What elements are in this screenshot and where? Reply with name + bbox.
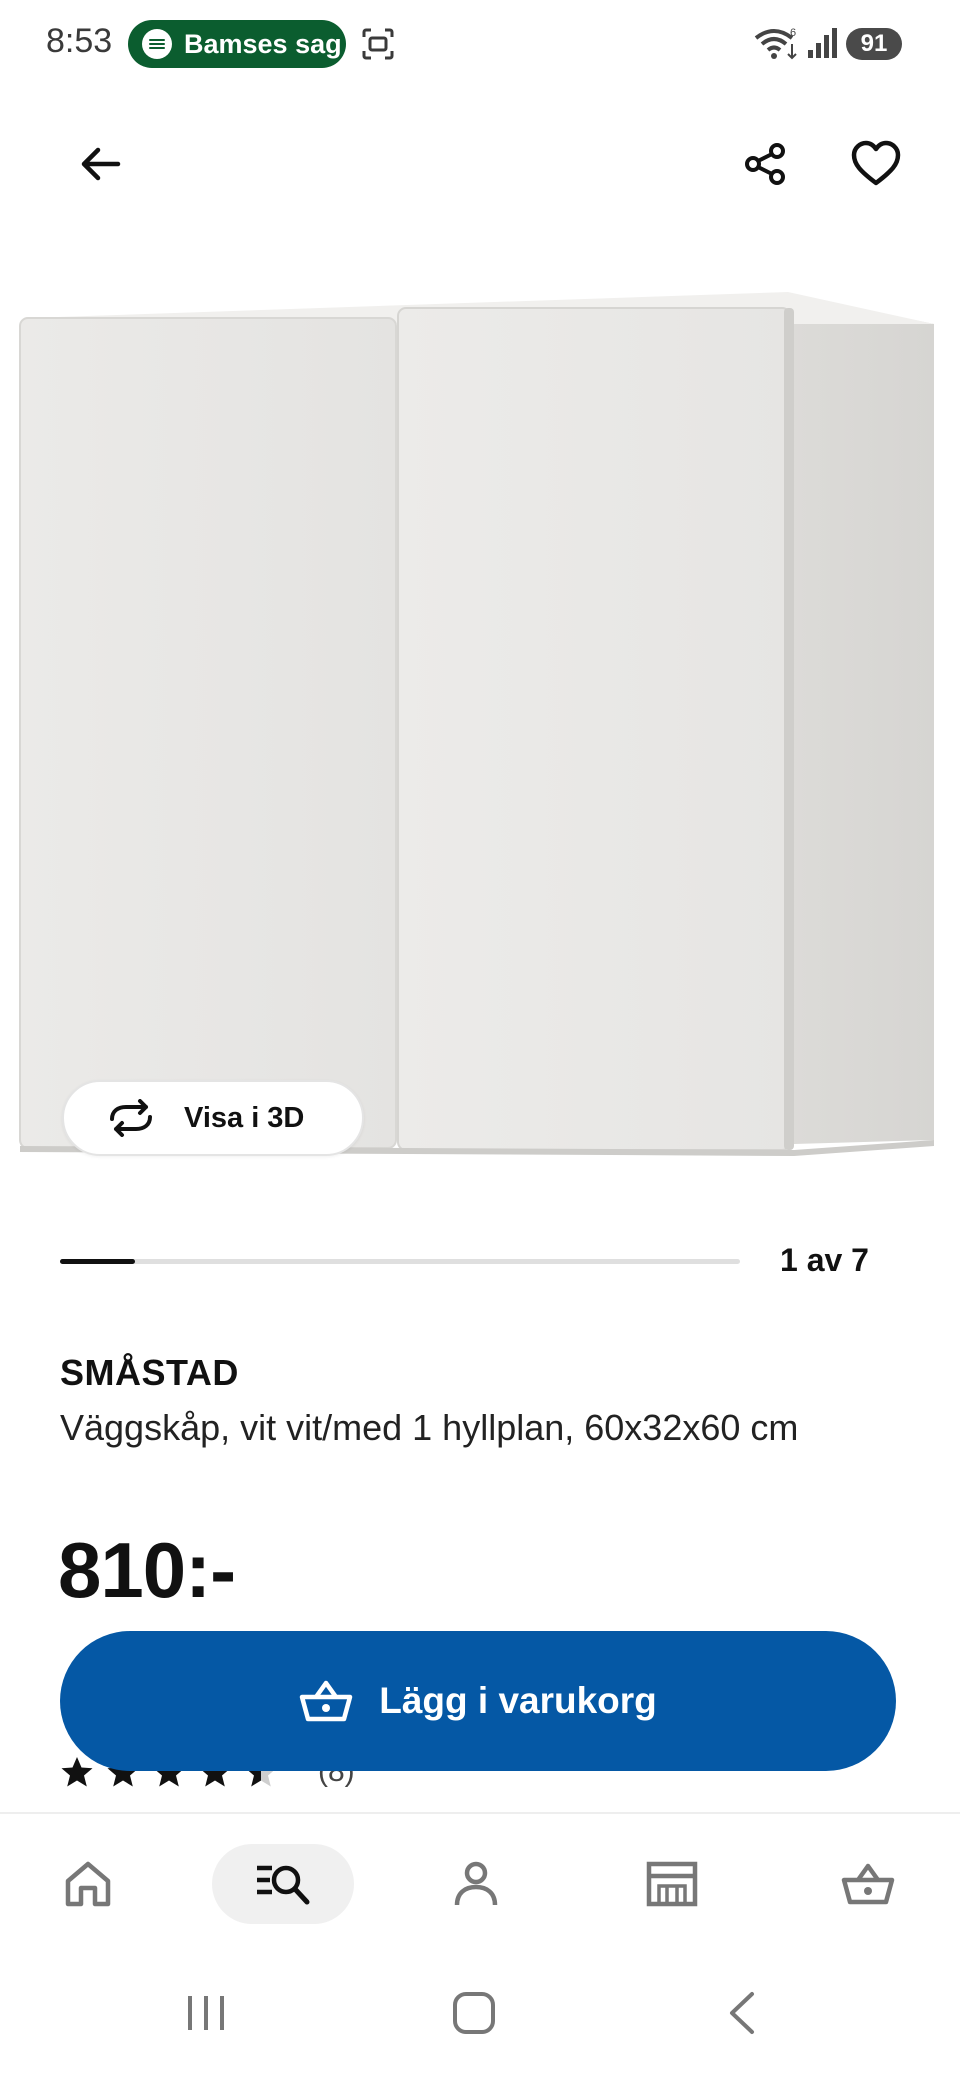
battery-level: 91: [860, 30, 888, 57]
store-icon: [646, 1861, 698, 1907]
gallery-position: 1 av 7: [780, 1242, 869, 1278]
product-price: 810:-: [58, 1526, 236, 1614]
view-in-3d-label: Visa i 3D: [184, 1101, 305, 1134]
media-playback-pill[interactable]: Bamses sag: [128, 20, 346, 68]
nav-store[interactable]: [632, 1844, 712, 1924]
product-image[interactable]: [0, 268, 960, 1168]
recent-apps-icon: [188, 1996, 224, 2030]
cart-icon: [841, 1863, 895, 1905]
home-square-icon: [453, 1992, 495, 2034]
status-time: 8:53: [46, 22, 113, 60]
media-title: Bamses sag: [184, 28, 342, 59]
chevron-left-icon: [730, 1992, 754, 2034]
add-to-cart-label: Lägg i varukorg: [379, 1680, 657, 1721]
back-system-button[interactable]: [702, 1978, 782, 2048]
gallery-progress-track: [60, 1259, 740, 1264]
nav-cart[interactable]: [828, 1844, 908, 1924]
arrow-left-icon: [81, 147, 121, 181]
svg-text:6: 6: [790, 27, 796, 39]
status-bar: 8:53 Bamses sag 6 91: [0, 0, 960, 92]
back-button[interactable]: [60, 124, 140, 204]
rotate-3d-icon: [110, 1099, 152, 1137]
share-icon: [745, 143, 785, 185]
search-list-icon: [257, 1865, 310, 1905]
nav-home[interactable]: [48, 1844, 128, 1924]
wifi-icon: 6: [754, 27, 797, 60]
star-icon: [61, 1757, 93, 1787]
view-in-3d-button[interactable]: Visa i 3D: [62, 1080, 364, 1156]
gallery-progress-fill: [60, 1259, 135, 1264]
battery-indicator: 91: [846, 28, 902, 60]
share-button[interactable]: [726, 124, 806, 204]
nav-search[interactable]: [212, 1844, 354, 1924]
nav-profile[interactable]: [436, 1844, 516, 1924]
music-app-icon: [142, 29, 172, 59]
system-navigation-bar: [0, 1948, 960, 2080]
favorite-button[interactable]: [836, 124, 916, 204]
screenshot-icon: [362, 28, 394, 60]
home-system-button[interactable]: [434, 1978, 514, 2048]
basket-icon: [299, 1680, 353, 1722]
add-to-cart-button[interactable]: Lägg i varukorg: [60, 1631, 896, 1771]
home-icon: [65, 1861, 111, 1907]
heart-icon: [851, 140, 901, 186]
product-name: SMÅSTAD: [60, 1352, 239, 1393]
bottom-navigation: [0, 1812, 960, 1948]
cellular-signal-icon: [808, 28, 837, 58]
product-description: Väggskåp, vit vit/med 1 hyllplan, 60x32x…: [60, 1407, 799, 1448]
profile-icon: [454, 1861, 498, 1906]
recent-apps-button[interactable]: [166, 1978, 246, 2048]
